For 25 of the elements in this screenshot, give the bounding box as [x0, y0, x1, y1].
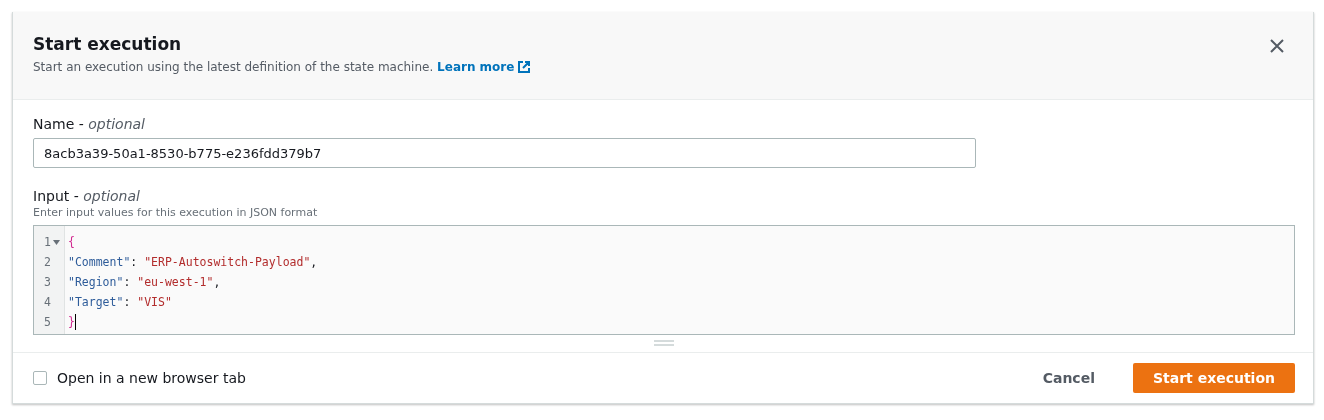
code-line: "Region": "eu-west-1",: [68, 274, 221, 291]
name-label: Name - optional: [33, 116, 146, 132]
json-editor-field[interactable]: 1 2 3 4 5 { "Comment": "ERP-Autoswitch-Payload", "Region": "eu-west-1", "Target": "VIS" }: [33, 225, 1295, 335]
line-number: 2: [44, 254, 51, 271]
input-hint: Enter input values for this execution in JSON format: [33, 206, 319, 219]
code-line: }: [68, 314, 75, 331]
checkbox-label: Open in a new browser tab: [57, 370, 246, 386]
fold-caret-icon[interactable]: [53, 238, 60, 246]
code-line: "Target": "VIS": [68, 294, 172, 311]
input-label: Input - optional: [33, 188, 141, 204]
close-icon[interactable]: [1269, 38, 1285, 54]
line-number: 1: [44, 234, 51, 251]
line-number: 4: [44, 294, 51, 311]
checkbox[interactable]: [33, 371, 47, 385]
line-number: 5: [44, 314, 51, 331]
learn-more-link[interactable]: Learn more: [437, 60, 532, 74]
name-input-field[interactable]: 8acb3a39-50a1-8530-b775-e236fdd379b7: [33, 138, 976, 168]
code-line: "Comment": "ERP-Autoswitch-Payload",: [68, 254, 318, 271]
cancel-button[interactable]: Cancel: [1022, 364, 1115, 392]
code-line: {: [68, 234, 75, 251]
dialog-description: Start an execution using the latest definition of the state machine. Learn more: [33, 60, 532, 74]
external-link-icon: [517, 60, 532, 74]
line-number: 3: [44, 274, 51, 291]
resize-handle-icon[interactable]: [654, 340, 674, 346]
dialog-title: Start execution: [33, 34, 183, 54]
